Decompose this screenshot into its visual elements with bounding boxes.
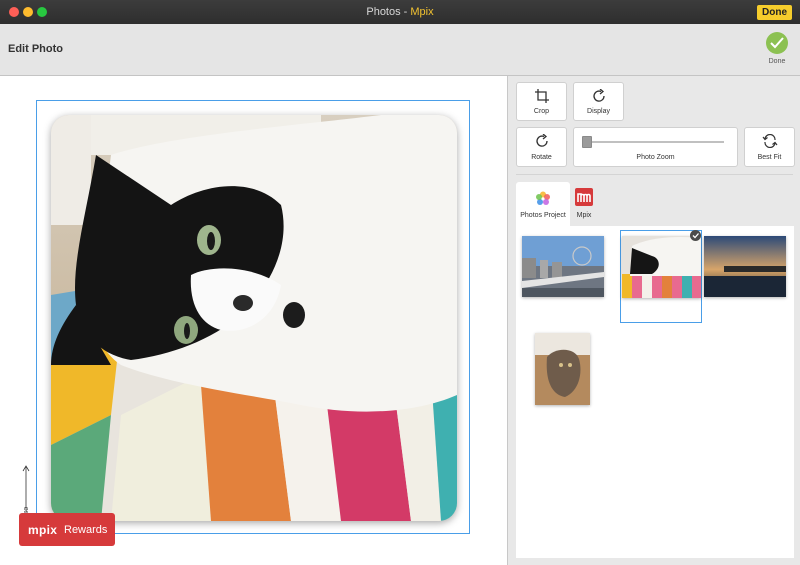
header-bar: Edit Photo [0,24,800,76]
tabby-cat-thumbnail [535,333,590,405]
selected-check-badge [690,230,701,241]
rotate-button[interactable]: Rotate [516,127,567,167]
done-label: Done [768,58,786,65]
refresh-icon [592,89,605,102]
crop-icon [534,89,549,103]
photos-app-icon [536,191,550,205]
cat-photo-image [51,115,457,521]
window-title: Photos - Mpix [0,6,800,18]
window-title-separator: - [400,6,411,18]
display-button[interactable]: Display [573,82,624,121]
thumbnail-cat-selected[interactable] [622,236,701,298]
best-fit-label: Best Fit [757,154,782,161]
cat-rug-thumbnail [622,236,701,298]
rewards-label: Rewards [64,524,108,536]
best-fit-button[interactable]: Best Fit [744,127,795,167]
checkmark-small-icon [692,233,699,239]
panel-divider [516,174,793,175]
crop-button[interactable]: Crop [516,82,567,121]
city-waterfront-thumbnail [522,236,604,297]
title-bar: Photos - Mpix Done [0,0,800,24]
harbor-dusk-thumbnail [704,236,786,297]
thumbnail-tabby[interactable] [535,333,590,405]
window-title-app: Photos [366,6,401,18]
best-fit-icon [762,134,777,148]
mpix-logo-text: mpix [28,523,58,537]
thumbnail-city[interactable] [522,236,604,297]
window-title-plugin: Mpix [410,6,434,18]
zoom-slider-thumb[interactable] [582,136,592,148]
checkmark-icon [770,37,784,49]
crop-label: Crop [533,108,550,115]
page-title: Edit Photo [8,43,63,55]
zoom-slider-track[interactable] [586,141,724,143]
tab-photos-project-label: Photos Project [520,212,566,219]
photo-zoom-label: Photo Zoom [636,154,675,161]
rotate-label: Rotate [531,154,552,161]
side-panel: Crop Display Rotate Photo Zoom Best Fit [507,76,800,565]
tab-mpix-label: Mpix [576,212,592,219]
mpix-rewards-button[interactable]: mpix Rewards [19,513,115,546]
main-photo[interactable] [51,115,457,521]
done-check-button[interactable] [766,32,788,54]
mpix-logo-icon [575,188,593,206]
thumbnail-harbor[interactable] [704,236,786,297]
photo-grid [516,226,794,558]
tab-mpix[interactable]: Mpix [570,182,598,226]
display-label: Display [587,108,610,115]
rotate-icon [535,134,548,147]
tab-photos-project[interactable]: Photos Project [516,182,570,226]
done-button-titlebar[interactable]: Done [757,5,792,20]
photo-zoom-control: Photo Zoom [573,127,738,167]
